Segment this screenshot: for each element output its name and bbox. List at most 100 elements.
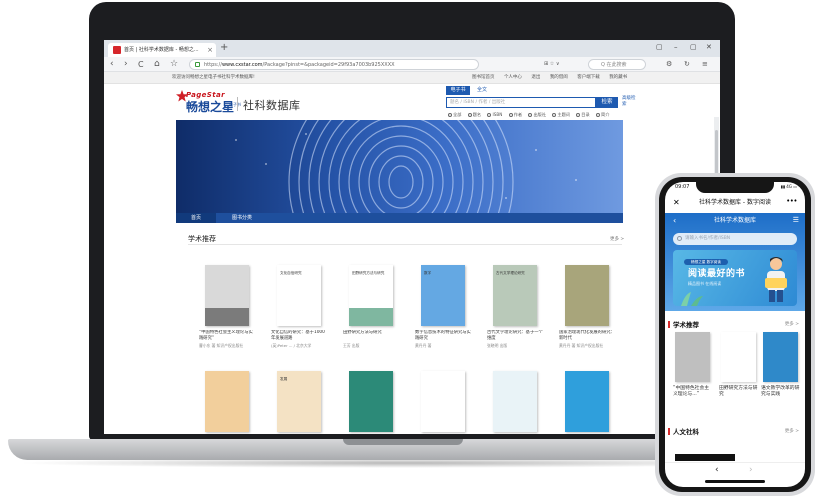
plant-decoration-icon [681,292,703,306]
book-cover-title: 发展 [280,377,288,381]
scope-option[interactable]: 作者 [508,112,522,117]
phone-book-caption[interactable]: 田野研究方法与研究 [719,386,759,398]
book-cover[interactable]: 发展 [277,371,321,432]
scope-option[interactable]: ISBN [487,112,502,117]
scope-option[interactable]: 出版社 [528,112,546,117]
browser-tab[interactable]: 首页 | 社科学术数据库 - 畅想之... × [108,43,216,57]
nav-book-categories[interactable]: 图书分类 [222,213,262,223]
book-cover-band [205,308,249,326]
book-caption[interactable]: 田野研究方法与研究 [343,330,399,342]
window-close-button[interactable]: ✕ [706,43,712,51]
book-author: (英)Peter ... / 北京大学 [271,343,312,348]
book-cover[interactable] [349,371,393,432]
top-link-client-download[interactable]: 客户端下载 [577,75,600,80]
scope-option[interactable]: 简介 [596,112,609,117]
book-caption[interactable]: 古代文学理论研究：基于一个维度 [487,330,543,342]
site-header: PageStar 畅想之星 电子书 社科数据库 电子书 全文 题名 / ISBN… [104,84,720,118]
site-search-input[interactable]: 题名 / ISBN / 作者 / 出版社 [446,97,596,108]
scope-option[interactable]: 题名 [467,112,481,117]
book-caption[interactable]: 文化自信的研究：基于1000年发展道路 [271,330,327,342]
book-cover[interactable] [205,371,249,432]
promo-subtitle: 精品图书 在线阅读 [688,281,722,286]
phone-section-academic: 学术推荐 [668,319,699,329]
book-cover[interactable]: 文化自信研究 [277,265,321,326]
sync-icon[interactable]: ↻ [684,58,690,71]
top-link-logout[interactable]: 退出 [531,75,540,80]
book-cover[interactable] [493,371,537,432]
bottom-back-icon[interactable]: ‹ [715,463,719,477]
url-action-icons[interactable]: ⊞ ☆ ∨ [544,58,560,71]
new-tab-button[interactable]: + [220,42,228,53]
scope-option[interactable]: 主题词 [552,112,570,117]
phone-screen: 09:07 ▮▮ 4G ▭ ✕ 社科学术数据库 - 数字阅读 ••• ‹ 社科学… [665,182,805,487]
status-time: 09:07 [675,184,690,190]
more-options-icon[interactable]: ••• [786,195,797,208]
url-host: www.cxstar.com [221,62,263,68]
phone-book-caption[interactable]: 语文教学改革的研究与实践 [761,386,801,398]
top-link-my-collection[interactable]: 我的藏书 [609,75,627,80]
search-tab-ebook[interactable]: 电子书 [446,86,470,95]
browser-search-input[interactable]: Q 在此搜索 [588,59,646,70]
section-divider [188,244,622,245]
phone-more-academic[interactable]: 更多 > [785,321,799,327]
top-links: 图书馆首页 个人中心 退出 我的借阅 客户端下载 我的藏书 [472,72,635,84]
book-cover[interactable] [421,371,465,432]
book-cover-title: 文化自信研究 [280,271,302,275]
browser-tab-title: 首页 | 社科学术数据库 - 畅想之... [124,47,199,53]
promo-pill: 畅想之星 数字阅读 [684,259,728,265]
top-link-user-center[interactable]: 个人中心 [504,75,522,80]
top-link-my-borrowing[interactable]: 我的借阅 [550,75,568,80]
phone-book-cover[interactable] [721,332,756,382]
search-tab-fulltext[interactable]: 全文 [472,86,492,95]
phone-book-cover[interactable] [675,332,710,382]
bookmark-star-icon[interactable]: ☆ [170,58,178,71]
book-author: 黄丹丹 著 [415,343,432,348]
window-minimize-button[interactable]: – [674,43,678,51]
phone-nav-title: 社科学术数据库 [713,217,756,224]
phone-section-humanities: 人文社科 [668,426,699,436]
forward-arrow-icon[interactable]: › [124,58,128,71]
more-link[interactable]: 更多 > [610,236,624,242]
search-scope-options: 全部 题名 ISBN 作者 出版社 主题词 目录 简介 [448,112,614,118]
browser-nav-bar: ‹ › C ⌂ ☆ https://www.cxstar.com/Package… [104,57,720,72]
reload-icon[interactable]: C [138,58,144,71]
address-bar[interactable]: https://www.cxstar.com/Package?pinst=&pa… [189,59,479,70]
settings-icon[interactable]: ⚙ [666,58,672,71]
back-arrow-icon[interactable]: ‹ [110,58,114,71]
scope-option[interactable]: 全部 [448,112,461,117]
phone-more-humanities[interactable]: 更多 > [785,428,799,434]
top-link-library-home[interactable]: 图书馆首页 [472,75,495,80]
scope-option[interactable]: 目录 [576,112,590,117]
window-maximize-button[interactable]: ▢ [690,43,697,51]
book-cover[interactable]: 田野研究方法与研究 [349,265,393,326]
phone-book-caption[interactable]: “中国特色社会主义理论与...” [673,386,713,398]
search-icon [677,236,682,241]
fingerprint-banner [176,120,623,213]
phone-search-input[interactable]: 请输入书名/作者/ISBN [673,233,797,245]
book-cover[interactable] [205,265,249,326]
book-cover[interactable] [565,265,609,326]
bottom-forward-icon[interactable]: › [749,463,753,477]
book-caption[interactable]: “中国特色社会主义理论与实践研究” [199,330,255,342]
book-caption[interactable]: 国家治理现代化发展的研究：新时代 [559,330,615,342]
phone-book-cover[interactable] [763,332,798,382]
nav-home[interactable]: 首页 [176,213,216,223]
web-page: 欢迎访问畅想之星电子书社科学术数据库! 图书馆首页 个人中心 退出 我的借阅 客… [104,72,720,434]
advanced-search-link[interactable]: 高级检索 [622,96,636,107]
promo-banner[interactable]: 畅想之星 数字阅读 阅读最好的书 精品图书 在线阅读 [673,250,797,306]
logo-tag: 电子书 [229,102,241,107]
menu-icon[interactable]: ☰ [793,216,799,224]
book-cover[interactable] [565,371,609,432]
tab-close-icon[interactable]: × [207,43,213,57]
site-favicon-icon [113,46,121,54]
window-restore-icon[interactable]: ▢ [656,43,663,51]
book-caption[interactable]: 数字信息技术的特征研究与实践研究 [415,330,471,342]
logo-chinese: 畅想之星 [186,100,235,114]
search-button[interactable]: 检索 [596,97,618,108]
site-nav-bar: 首页 图书分类 [176,213,623,223]
book-cover[interactable]: 古代文学理论研究 [493,265,537,326]
browser-menu-icon[interactable]: ≡ [702,58,708,71]
home-icon[interactable]: ⌂ [154,58,160,71]
book-cover[interactable]: 数字 [421,265,465,326]
url-path: /Package?pinst=&packageid=29f93a7003b925… [262,62,395,68]
